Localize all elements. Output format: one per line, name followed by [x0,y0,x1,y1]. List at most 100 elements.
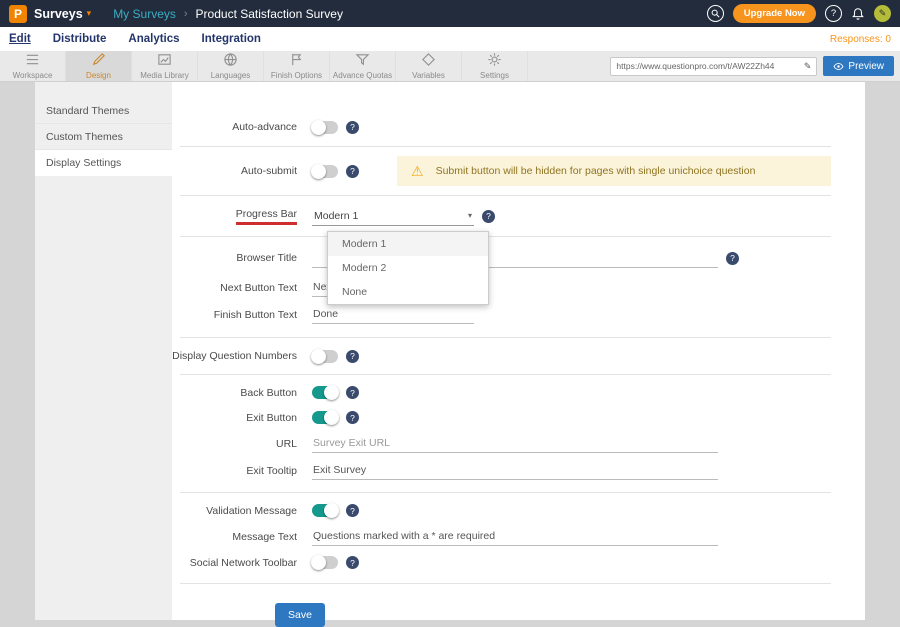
nav-tab-edit[interactable]: Edit [9,33,31,45]
message-text-label: Message Text [172,531,312,543]
progress-bar-label: Progress Bar [172,208,312,225]
caret-down-icon: ▾ [87,8,92,19]
auto-submit-label: Auto-submit [172,165,312,177]
toolbar-item-media-library[interactable]: Media Library [132,51,198,81]
toolbar-item-settings[interactable]: Settings [462,51,528,81]
help-icon[interactable]: ? [346,350,359,363]
auto-advance-toggle[interactable] [312,121,338,134]
questionpro-logo[interactable]: P [9,5,27,23]
message-text-input[interactable] [312,527,718,546]
help-icon[interactable]: ? [346,411,359,424]
form-row-next-button-text: Next Button Text [172,274,831,301]
toolbar-item-label: Settings [480,71,509,80]
topbar-actions: Upgrade Now ? ✎ [707,4,891,23]
help-icon[interactable]: ? [346,504,359,517]
help-icon[interactable]: ? [346,121,359,134]
validation-message-toggle[interactable] [312,504,338,517]
form-row-display-question-numbers: Display Question Numbers ? [172,343,831,369]
toolbar-item-label: Advance Quotas [333,71,392,80]
survey-url-box: ✎ [610,57,817,76]
progress-option-none[interactable]: None [328,280,488,304]
divider [180,337,831,338]
display-question-numbers-toggle[interactable] [312,350,338,363]
divider [180,492,831,493]
search-icon[interactable] [707,5,724,22]
design-brush-icon [91,52,106,69]
product-name: Surveys [34,7,83,21]
help-icon[interactable]: ? [346,556,359,569]
toolbar-item-languages[interactable]: Languages [198,51,264,81]
divider [180,146,831,147]
edit-url-pencil-icon[interactable]: ✎ [804,61,812,72]
help-circle-icon[interactable]: ? [825,5,842,22]
progress-bar-select[interactable]: Modern 1 ▾ [312,207,474,226]
toolbar-right: ✎ Preview [610,51,900,81]
toolbar-item-label: Variables [412,71,445,80]
exit-tooltip-label: Exit Tooltip [172,465,312,477]
exit-tooltip-input[interactable] [312,461,718,480]
eye-icon [833,61,844,72]
social-network-toolbar-toggle[interactable] [312,556,338,569]
sidebar-item-standard-themes[interactable]: Standard Themes [35,98,172,124]
breadcrumb-my-surveys[interactable]: My Surveys [113,7,176,21]
upgrade-now-button[interactable]: Upgrade Now [733,4,816,23]
form-row-browser-title: Browser Title ? [172,242,831,274]
nav-tab-distribute[interactable]: Distribute [53,33,107,45]
form-row-auto-submit: Auto-submit ? ⚠ Submit button will be hi… [172,152,831,190]
responses-count[interactable]: Responses: 0 [830,34,891,45]
nav-tab-analytics[interactable]: Analytics [128,33,179,45]
variables-icon [421,52,436,69]
save-button[interactable]: Save [275,603,325,627]
divider [180,583,831,584]
workspace-icon [25,52,40,69]
help-icon[interactable]: ? [726,252,739,265]
progress-option-modern-2[interactable]: Modern 2 [328,256,488,280]
auto-submit-warning: ⚠ Submit button will be hidden for pages… [397,156,831,186]
browser-title-label: Browser Title [172,252,312,264]
toolbar-item-design[interactable]: Design [66,51,132,81]
media-library-icon [157,52,172,69]
survey-exit-url-input[interactable] [312,434,718,453]
help-icon[interactable]: ? [482,210,495,223]
display-settings-form: Auto-advance ? Auto-submit ? ⚠ Submit bu… [172,82,865,620]
help-icon[interactable]: ? [346,165,359,178]
toolbar-item-workspace[interactable]: Workspace [0,51,66,81]
main-nav: Edit Distribute Analytics Integration Re… [0,27,900,51]
sidebar-item-custom-themes[interactable]: Custom Themes [35,124,172,150]
divider [180,374,831,375]
toolbar-item-variables[interactable]: Variables [396,51,462,81]
topbar: P Surveys ▾ My Surveys › Product Satisfa… [0,0,900,27]
finish-button-text-input[interactable] [312,305,474,324]
breadcrumb: My Surveys › Product Satisfaction Survey [113,7,343,21]
exit-button-toggle[interactable] [312,411,338,424]
form-row-exit-button: Exit Button ? [172,405,831,430]
warning-triangle-icon: ⚠ [411,164,424,178]
nav-tab-integration[interactable]: Integration [202,33,261,45]
notifications-bell-icon[interactable] [851,7,865,21]
preview-button[interactable]: Preview [823,56,894,76]
toolbar-item-finish-options[interactable]: Finish Options [264,51,330,81]
toolbar-item-label: Languages [211,71,251,80]
next-button-text-label: Next Button Text [172,282,312,294]
form-row-back-button: Back Button ? [172,380,831,405]
auto-submit-toggle[interactable] [312,165,338,178]
toolbar-item-label: Finish Options [271,71,322,80]
form-row-finish-button-text: Finish Button Text [172,301,831,328]
form-row-progress-bar: Progress Bar Modern 1 ▾ ? Modern 1 Moder… [172,201,831,231]
edit-pencil-icon[interactable]: ✎ [874,5,891,22]
warning-text: Submit button will be hidden for pages w… [436,165,756,177]
exit-button-label: Exit Button [172,412,312,424]
surveys-product-menu[interactable]: Surveys ▾ [34,7,91,21]
design-toolbar: Workspace Design Media Library Languages… [0,51,900,82]
divider [180,195,831,196]
design-sidebar: Standard Themes Custom Themes Display Se… [35,82,172,620]
survey-url-input[interactable] [616,61,803,71]
auto-advance-label: Auto-advance [172,121,312,133]
back-button-toggle[interactable] [312,386,338,399]
sidebar-item-display-settings[interactable]: Display Settings [35,150,172,176]
finish-button-text-label: Finish Button Text [172,309,312,321]
progress-option-modern-1[interactable]: Modern 1 [328,232,488,256]
form-row-validation-message: Validation Message ? [172,498,831,523]
help-icon[interactable]: ? [346,386,359,399]
toolbar-item-advance-quotas[interactable]: Advance Quotas [330,51,396,81]
